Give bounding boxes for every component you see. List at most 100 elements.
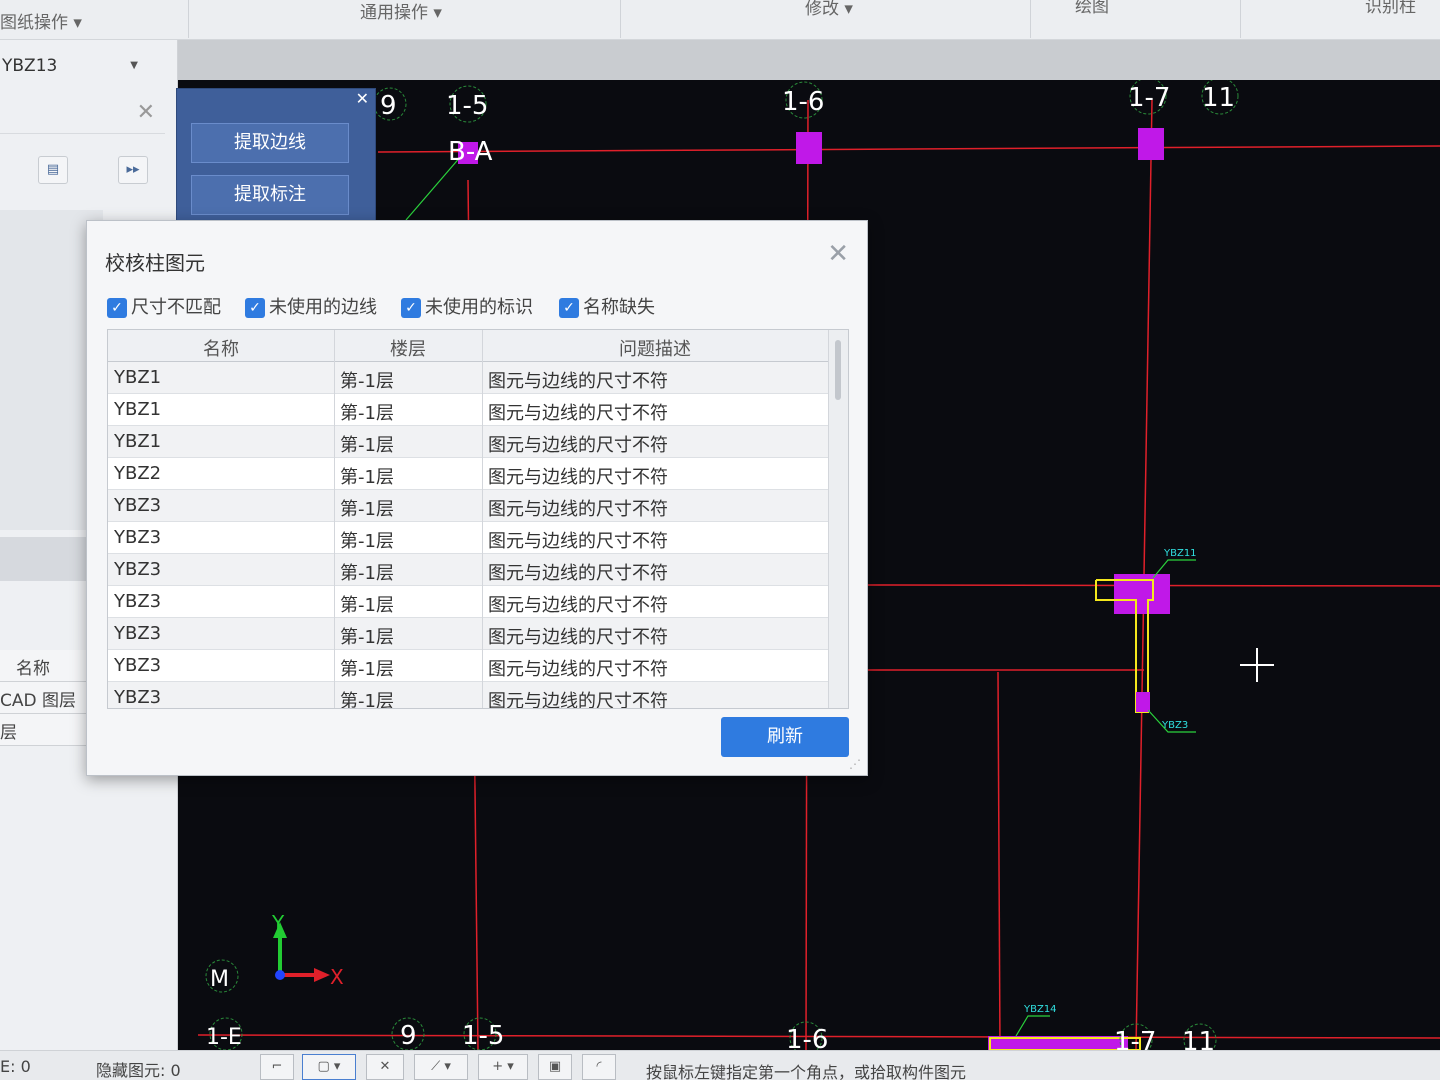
cell-floor: 第-1层 [340,563,394,584]
cell-floor: 第-1层 [340,627,394,648]
cell-name: YBZ2 [114,463,162,484]
checkbox-checked-icon[interactable]: ✓ [559,298,579,318]
dialog-title: 校核柱图元 [105,251,205,275]
table-row[interactable]: YBZ3 第-1层 图元与边线的尺寸不符 [108,586,828,618]
chevron-down-icon: ▼ [130,60,138,71]
cell-description: 图元与边线的尺寸不符 [488,563,668,584]
axis-label-top-11: 11 [1202,83,1235,113]
filter-missing-name[interactable]: ✓ 名称缺失 [559,293,655,319]
cell-description: 图元与边线的尺寸不符 [488,467,668,488]
property-grid-icon[interactable]: ▤ [38,156,68,184]
cell-floor: 第-1层 [340,467,394,488]
resize-grip-icon[interactable]: ⋰ [849,757,861,771]
cell-floor: 第-1层 [340,659,394,680]
column-markers [458,128,1164,164]
cell-name: YBZ3 [114,591,162,612]
arc-tool-icon[interactable]: ◜ [582,1054,616,1080]
scrollbar-thumb[interactable] [835,340,841,400]
table-row[interactable]: YBZ1 第-1层 图元与边线的尺寸不符 [108,362,828,394]
column-divider [482,330,483,708]
cell-name: YBZ1 [114,399,162,420]
filter-unused-edges[interactable]: ✓ 未使用的边线 [245,293,377,319]
status-bar: E: 0 隐藏图元: 0 ⌐ ▢ ▾ ✕ ⟋ ▾ + ▾ ▣ ◜ 按鼠标左键指定… [0,1050,1440,1080]
panel-header: ✕ [0,96,165,134]
ribbon-divider [620,0,621,38]
cell-floor: 第-1层 [340,531,394,552]
crosshair-cursor-icon [1240,648,1274,682]
checkbox-checked-icon[interactable]: ✓ [401,298,421,318]
refresh-button[interactable]: 刷新 [721,717,849,757]
cell-name: YBZ3 [114,623,162,644]
axis-label-bottom-1-5: 1-5 [462,1021,504,1050]
close-icon[interactable]: ✕ [356,89,369,108]
issues-table: 名称 楼层 问题描述 YBZ1 第-1层 图元与边线的尺寸不符 YBZ1 第-1层 图元与… [107,329,849,709]
extract-edge-button[interactable]: 提取边线 [191,123,349,163]
table-row[interactable]: YBZ3 第-1层 图元与边线的尺寸不符 [108,490,828,522]
close-icon[interactable]: ✕ [137,100,155,125]
cross-select-icon[interactable]: ✕ [366,1054,404,1080]
table-row[interactable]: YBZ1 第-1层 图元与边线的尺寸不符 [108,426,828,458]
window-select-icon[interactable]: ▢ ▾ [302,1054,356,1080]
cell-floor: 第-1层 [340,403,394,424]
close-icon[interactable]: ✕ [827,239,849,269]
axis-label-left-m: M [210,967,229,992]
column-header-name[interactable]: 名称 [108,335,334,361]
expand-icon[interactable]: ▸▸ [118,156,148,184]
axis-label-top-1-7: 1-7 [1128,83,1170,113]
cell-name: YBZ3 [114,655,162,676]
axis-label-top-1-6: 1-6 [782,87,824,117]
status-hidden-count: 隐藏图元: 0 [96,1061,181,1080]
checkbox-checked-icon[interactable]: ✓ [107,298,127,318]
cell-name: YBZ1 [114,367,162,388]
filter-size-mismatch[interactable]: ✓ 尺寸不匹配 [107,293,221,319]
ribbon: 图纸操作 ▾ 通用操作 ▾ 修改 ▾ 绘图 识别柱 [0,0,1440,40]
extract-label-button[interactable]: 提取标注 [191,175,349,215]
column-header-floor[interactable]: 楼层 [334,335,482,361]
table-scrollbar[interactable] [828,330,848,708]
checkbox-checked-icon[interactable]: ✓ [245,298,265,318]
cell-description: 图元与边线的尺寸不符 [488,403,668,424]
cell-description: 图元与边线的尺寸不符 [488,627,668,648]
line-tool-icon[interactable]: ⟋ ▾ [414,1054,468,1080]
select-tool-icon[interactable]: ⌐ [260,1054,294,1080]
table-row[interactable]: YBZ3 第-1层 图元与边线的尺寸不符 [108,522,828,554]
table-row[interactable]: YBZ2 第-1层 图元与边线的尺寸不符 [108,458,828,490]
ribbon-group-drawing-ops[interactable]: 图纸操作 ▾ [0,8,82,33]
status-count: E: 0 [0,1057,31,1076]
cell-floor: 第-1层 [340,595,394,616]
table-row[interactable]: YBZ3 第-1层 图元与边线的尺寸不符 [108,650,828,682]
column-tag-ybz3: YBZ3 [1161,720,1188,731]
ribbon-group-modify[interactable]: 修改 ▾ [805,0,853,19]
axis-label-bottom-11: 11 [1182,1027,1215,1050]
axis-label-bottom-9: 9 [400,1021,417,1050]
component-combo[interactable]: YBZ13 ▼ [0,52,146,84]
cell-name: YBZ3 [114,687,162,708]
add-tool-icon[interactable]: + ▾ [478,1054,528,1080]
table-row[interactable]: YBZ1 第-1层 图元与边线的尺寸不符 [108,394,828,426]
table-row[interactable]: YBZ3 第-1层 图元与边线的尺寸不符 [108,682,828,709]
cell-name: YBZ1 [114,431,162,452]
status-hint: 按鼠标左键指定第一个角点，或拾取构件图元 [646,1063,967,1080]
snap-icon[interactable]: ▣ [538,1054,572,1080]
ribbon-group-identify-column[interactable]: 识别柱 [1365,0,1416,17]
column-header-description[interactable]: 问题描述 [482,335,828,361]
table-row[interactable]: YBZ3 第-1层 图元与边线的尺寸不符 [108,554,828,586]
component-combo-value: YBZ13 [2,56,58,76]
ribbon-divider [188,0,189,38]
ribbon-group-common-ops[interactable]: 通用操作 ▾ [360,0,442,23]
cell-description: 图元与边线的尺寸不符 [488,435,668,456]
column-tag-ybz14: YBZ14 [1023,1004,1057,1015]
cell-description: 图元与边线的尺寸不符 [488,371,668,392]
axis-label-top-9: 9 [380,91,397,121]
column-tag-ybz11: YBZ11 [1163,548,1197,559]
cell-name: YBZ3 [114,495,162,516]
cell-name: YBZ3 [114,527,162,548]
check-column-dialog: 校核柱图元 ✕ ✓ 尺寸不匹配 ✓ 未使用的边线 ✓ 未使用的标识 ✓ 名称缺失 名称 … [86,220,868,776]
filter-unused-labels[interactable]: ✓ 未使用的标识 [401,293,533,319]
cell-floor: 第-1层 [340,435,394,456]
cell-floor: 第-1层 [340,691,394,709]
table-header: 名称 楼层 问题描述 [108,330,828,362]
ribbon-divider [1030,0,1031,38]
ribbon-group-draw[interactable]: 绘图 [1075,0,1109,17]
table-row[interactable]: YBZ3 第-1层 图元与边线的尺寸不符 [108,618,828,650]
